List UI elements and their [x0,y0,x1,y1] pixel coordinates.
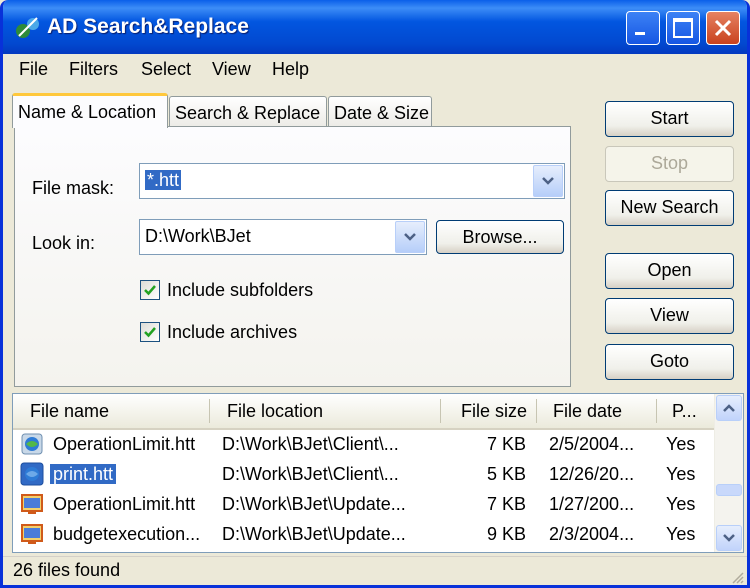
column-separator[interactable] [440,399,441,423]
app-icon [16,17,39,38]
minimize-button[interactable] [626,11,660,45]
checkmark-icon [144,327,156,338]
new-search-button[interactable]: New Search [605,190,734,226]
close-icon [714,19,732,37]
look-in-dropdown-button[interactable] [395,221,425,253]
include-archives-checkbox[interactable] [140,322,160,342]
scroll-thumb[interactable] [716,484,742,496]
chevron-down-icon [723,534,735,542]
scroll-down-button[interactable] [716,525,742,551]
column-header-p[interactable]: P... [672,401,697,422]
file-mask-dropdown-button[interactable] [533,165,563,197]
menu-bar: File Filters Select View Help [3,54,747,86]
web-file-icon [20,462,44,486]
view-button[interactable]: View [605,298,734,334]
vertical-scrollbar[interactable] [714,394,743,552]
tab-panel-name-location: File mask: *.htt Look in: D:\Work\BJet B… [14,126,571,387]
include-subfolders-checkbox[interactable] [140,280,160,300]
results-header: File name File location File size File d… [13,394,715,430]
file-date: 1/27/200... [549,494,635,514]
include-subfolders-label[interactable]: Include subfolders [167,280,313,301]
table-row[interactable]: print.htt D:\Work\BJet\Client\... 5 KB 1… [13,459,715,489]
resize-grip-icon[interactable] [730,570,744,584]
file-name: print.htt [50,464,117,485]
file-date: 12/26/20... [549,464,635,484]
file-mask-value[interactable]: *.htt [145,170,182,191]
file-size: 9 KB [486,524,526,544]
file-p: Yes [666,464,696,484]
minimize-icon [635,32,645,35]
maximize-icon [673,18,693,38]
file-size: 5 KB [486,464,526,484]
web-file-icon [21,433,43,455]
chevron-up-icon [723,404,735,412]
chevron-down-icon [404,233,416,241]
menu-help[interactable]: Help [272,59,309,80]
browse-button[interactable]: Browse... [436,220,564,254]
look-in-value[interactable]: D:\Work\BJet [145,226,251,247]
close-button[interactable] [706,11,740,45]
file-size: 7 KB [486,434,526,454]
tab-search-replace[interactable]: Search & Replace [169,96,327,127]
window-title: AD Search&Replace [47,15,249,38]
column-separator[interactable] [536,399,537,423]
maximize-button[interactable] [666,11,700,45]
table-row[interactable]: OperationLimit.htt D:\Work\BJet\Client\.… [13,429,715,459]
look-in-combo[interactable]: D:\Work\BJet [139,219,427,255]
file-location: D:\Work\BJet\Client\... [222,464,399,484]
menu-filters[interactable]: Filters [69,59,118,80]
app-window: AD Search&Replace File Filters Select Vi… [0,0,750,588]
column-separator[interactable] [656,399,657,423]
column-header-file-size[interactable]: File size [461,401,527,422]
stop-button[interactable]: Stop [605,146,734,182]
file-location: D:\Work\BJet\Update... [222,494,406,514]
file-mask-combo[interactable]: *.htt [139,163,565,199]
open-button[interactable]: Open [605,253,734,289]
start-button[interactable]: Start [605,101,734,137]
menu-file[interactable]: File [19,59,48,80]
file-name: OperationLimit.htt [53,434,196,454]
file-p: Yes [666,524,696,544]
window-file-icon [21,494,43,514]
column-header-file-location[interactable]: File location [227,401,323,422]
column-separator[interactable] [209,399,210,423]
file-size: 7 KB [486,494,526,514]
chevron-down-icon [542,177,554,185]
file-name: OperationLimit.htt [53,494,196,514]
file-date: 2/5/2004... [549,434,635,454]
file-p: Yes [666,494,696,514]
status-bar: 26 files found [3,556,747,585]
window-file-icon [21,524,43,544]
results-list[interactable]: File name File location File size File d… [12,393,744,553]
file-location: D:\Work\BJet\Client\... [222,434,399,454]
include-archives-label[interactable]: Include archives [167,322,297,343]
file-p: Yes [666,434,696,454]
look-in-label: Look in: [32,233,96,253]
file-date: 2/3/2004... [549,524,635,544]
menu-view[interactable]: View [212,59,251,80]
menu-select[interactable]: Select [141,59,191,80]
tab-date-size[interactable]: Date & Size [328,96,432,127]
title-bar[interactable]: AD Search&Replace [3,0,747,54]
column-header-file-name[interactable]: File name [30,401,109,422]
file-mask-label: File mask: [32,178,115,198]
file-location: D:\Work\BJet\Update... [222,524,406,544]
table-row[interactable]: OperationLimit.htt D:\Work\BJet\Update..… [13,489,715,519]
status-text: 26 files found [13,560,121,580]
goto-button[interactable]: Goto [605,344,734,380]
file-name: budgetexecution... [53,524,201,544]
checkmark-icon [144,285,156,296]
scroll-up-button[interactable] [716,395,742,421]
column-header-file-date[interactable]: File date [553,401,622,422]
tab-name-location[interactable]: Name & Location [12,93,168,128]
table-row[interactable]: budgetexecution... D:\Work\BJet\Update..… [13,519,715,549]
